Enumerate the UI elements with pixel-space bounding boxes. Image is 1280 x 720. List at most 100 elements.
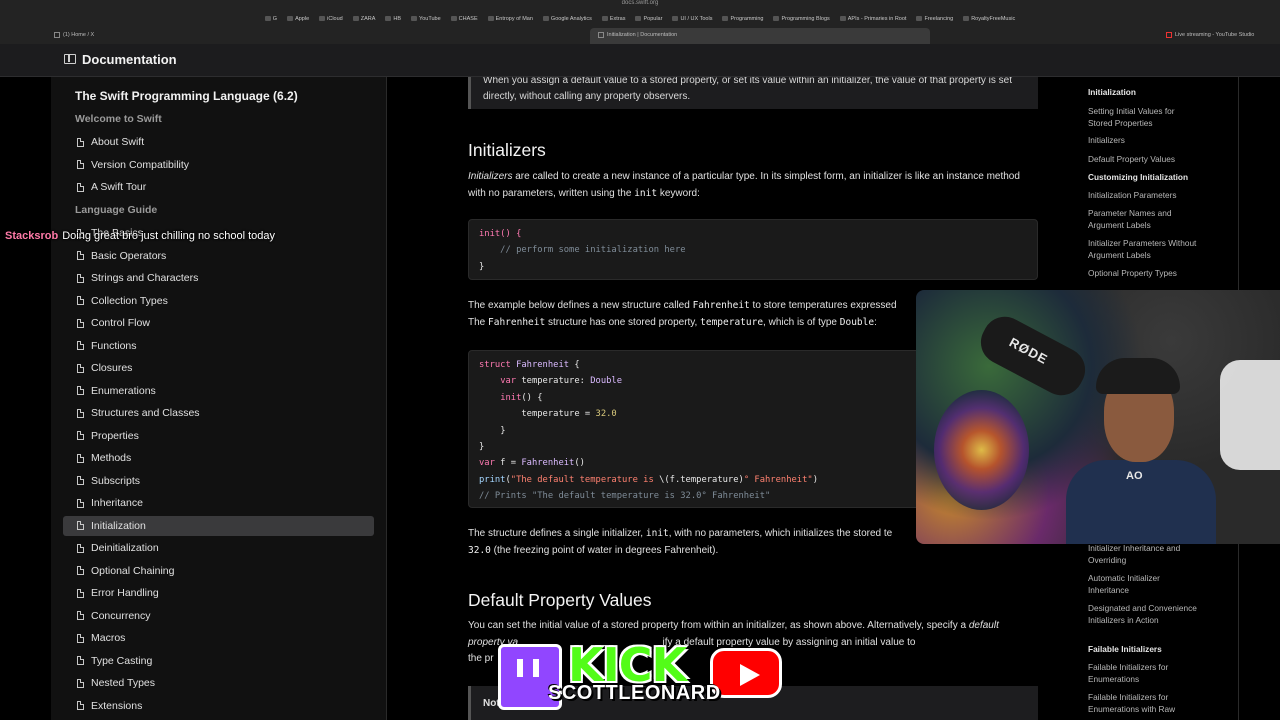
toc-link[interactable]: Initialization Parameters: [1088, 190, 1198, 202]
sidebar-item-label: Closures: [91, 362, 133, 374]
document-icon: [77, 656, 84, 665]
sidebar-item-extensions[interactable]: Extensions: [63, 696, 374, 716]
bookmark-favicon-icon: [352, 16, 359, 21]
address-bar[interactable]: docs.swift.org: [0, 0, 1280, 8]
toc-link[interactable]: Failable Initializers for Enumerations w…: [1088, 692, 1198, 715]
bookmark-item[interactable]: RoyaltyFreeMusic: [963, 16, 1015, 22]
artwork-background: [934, 390, 1029, 510]
bookmark-item[interactable]: Popular: [635, 16, 662, 22]
sidebar-item-inheritance[interactable]: Inheritance: [63, 493, 374, 513]
webcam-overlay: RØDE AO: [916, 290, 1280, 544]
toc-link[interactable]: Default Property Values: [1088, 154, 1198, 166]
bookmark-item[interactable]: Programming Blogs: [773, 16, 830, 22]
sidebar-item-basic-operators[interactable]: Basic Operators: [63, 246, 374, 266]
documentation-title[interactable]: Documentation: [82, 52, 177, 67]
sidebar-item-label: Structures and Classes: [91, 407, 200, 419]
sidebar-toggle-icon[interactable]: [64, 54, 76, 64]
document-icon: [77, 588, 84, 598]
book-title[interactable]: The Swift Programming Language (6.2): [75, 89, 298, 103]
toc-link[interactable]: Automatic Initializer Inheritance: [1088, 573, 1198, 596]
tab-youtube-studio[interactable]: Live streaming - YouTube Studio: [1166, 28, 1254, 44]
sidebar-item-type-casting[interactable]: Type Casting: [63, 651, 374, 671]
bookmark-item[interactable]: CHASE: [450, 16, 478, 22]
document-icon: [77, 296, 84, 305]
sidebar-item-a-swift-tour[interactable]: A Swift Tour: [63, 177, 374, 197]
sidebar-item-version-compatibility[interactable]: Version Compatibility: [63, 155, 374, 175]
toc-link[interactable]: Failable Initializers: [1088, 644, 1198, 656]
document-icon: [77, 543, 84, 553]
bookmark-item[interactable]: ZARA: [352, 16, 375, 22]
document-icon: [77, 341, 84, 350]
toc-link[interactable]: Parameter Names and Argument Labels: [1088, 208, 1198, 231]
sidebar-item-macros[interactable]: Macros: [63, 628, 374, 648]
toc-link[interactable]: Initializer Parameters Without Argument …: [1088, 238, 1198, 261]
sidebar-item-deinitialization[interactable]: Deinitialization: [63, 538, 374, 558]
toc-link[interactable]: Designated and Convenience Initializers …: [1088, 603, 1198, 626]
bookmark-item[interactable]: APIs - Primaries in Root: [839, 16, 906, 22]
bookmark-item[interactable]: G: [264, 16, 277, 22]
sidebar-item-about-swift[interactable]: About Swift: [63, 132, 374, 152]
code-block-init[interactable]: init() { // perform some initialization …: [468, 219, 1038, 280]
bookmark-item[interactable]: Programming: [722, 16, 763, 22]
sidebar-item-properties[interactable]: Properties: [63, 426, 374, 446]
bookmark-favicon-icon: [487, 16, 494, 21]
bookmark-item[interactable]: iCloud: [319, 16, 343, 22]
navigator-sidebar: The Swift Programming Language (6.2) Wel…: [51, 77, 387, 720]
sidebar-item-functions[interactable]: Functions: [63, 336, 374, 356]
bookmark-item[interactable]: UI / UX Tools: [672, 16, 712, 22]
document-icon: [77, 386, 84, 395]
toc-link[interactable]: Initializer Inheritance and Overriding: [1088, 543, 1198, 566]
shirt-logo: AO: [1126, 470, 1143, 482]
bookmark-item[interactable]: Freelancing: [916, 16, 953, 22]
section-welcome[interactable]: Welcome to Swift: [75, 113, 162, 125]
bookmark-item[interactable]: YouTube: [411, 16, 441, 22]
toc-link[interactable]: Optional Property Types: [1088, 268, 1198, 280]
mic-brand-label: RØDE: [1006, 334, 1051, 368]
document-icon: [77, 678, 84, 688]
sidebar-item-strings-and-characters[interactable]: Strings and Characters: [63, 268, 374, 288]
section-language-guide[interactable]: Language Guide: [75, 204, 157, 216]
bookmark-item[interactable]: Entropy of Man: [487, 16, 533, 22]
bookmarks-bar: G Apple iCloud ZARA HB YouTube CHASE Entropy of…: [0, 12, 1280, 25]
sidebar-item-subscripts[interactable]: Subscripts: [63, 471, 374, 491]
heading-initializers: Initializers: [468, 140, 546, 160]
sidebar-item-label: Basic Operators: [91, 249, 167, 262]
bookmark-item[interactable]: Apple: [287, 16, 309, 22]
chat-username: Stacksrob: [5, 230, 59, 242]
sidebar-item-label: Subscripts: [91, 474, 141, 487]
bookmark-favicon-icon: [385, 16, 392, 21]
sidebar-item-label: Inheritance: [91, 497, 143, 509]
sidebar-item-initialization[interactable]: Initialization: [63, 515, 374, 536]
bookmark-favicon-icon: [839, 16, 846, 21]
sidebar-item-optional-chaining[interactable]: Optional Chaining: [63, 561, 374, 581]
sidebar-item-nested-types[interactable]: Nested Types: [63, 673, 374, 693]
sidebar-item-enumerations[interactable]: Enumerations: [63, 381, 374, 401]
toc-link[interactable]: Initialization: [1088, 87, 1198, 99]
initializers-paragraph: Initializers are called to create a new …: [468, 171, 1020, 199]
sidebar-item-control-flow[interactable]: Control Flow: [63, 313, 374, 333]
tab-x-home[interactable]: (1) Home / X: [54, 28, 94, 44]
cap: [1096, 358, 1180, 394]
bookmark-item[interactable]: Extras: [601, 16, 625, 22]
sidebar-item-label: Initialization: [91, 519, 146, 532]
sidebar-item-label: Extensions: [91, 699, 143, 712]
tab-initialization[interactable]: Initialization | Documentation: [590, 28, 930, 44]
bookmark-item[interactable]: HB: [385, 16, 401, 22]
sidebar-item-closures[interactable]: Closures: [63, 358, 374, 378]
sidebar-item-concurrency[interactable]: Concurrency: [63, 606, 374, 626]
toc-link[interactable]: Customizing Initialization: [1088, 172, 1198, 184]
sidebar-item-error-handling[interactable]: Error Handling: [63, 583, 374, 603]
toc-link[interactable]: Failable Initializers for Enumerations: [1088, 662, 1198, 685]
sidebar-item-methods[interactable]: Methods: [63, 448, 374, 468]
streamer: AO: [1066, 350, 1216, 544]
bookmark-favicon-icon: [963, 16, 970, 21]
sidebar-item-label: Nested Types: [91, 677, 156, 689]
toc-link[interactable]: Initializers: [1088, 135, 1198, 147]
toc-link[interactable]: Setting Initial Values for Stored Proper…: [1088, 106, 1198, 129]
sidebar-item-structures-and-classes[interactable]: Structures and Classes: [63, 403, 374, 423]
bookmark-item[interactable]: Google Analytics: [542, 16, 592, 22]
document-icon: [77, 453, 84, 463]
sidebar-item-collection-types[interactable]: Collection Types: [63, 291, 374, 311]
sidebar-item-label: Type Casting: [91, 654, 153, 667]
foreground-object: [1220, 360, 1280, 470]
